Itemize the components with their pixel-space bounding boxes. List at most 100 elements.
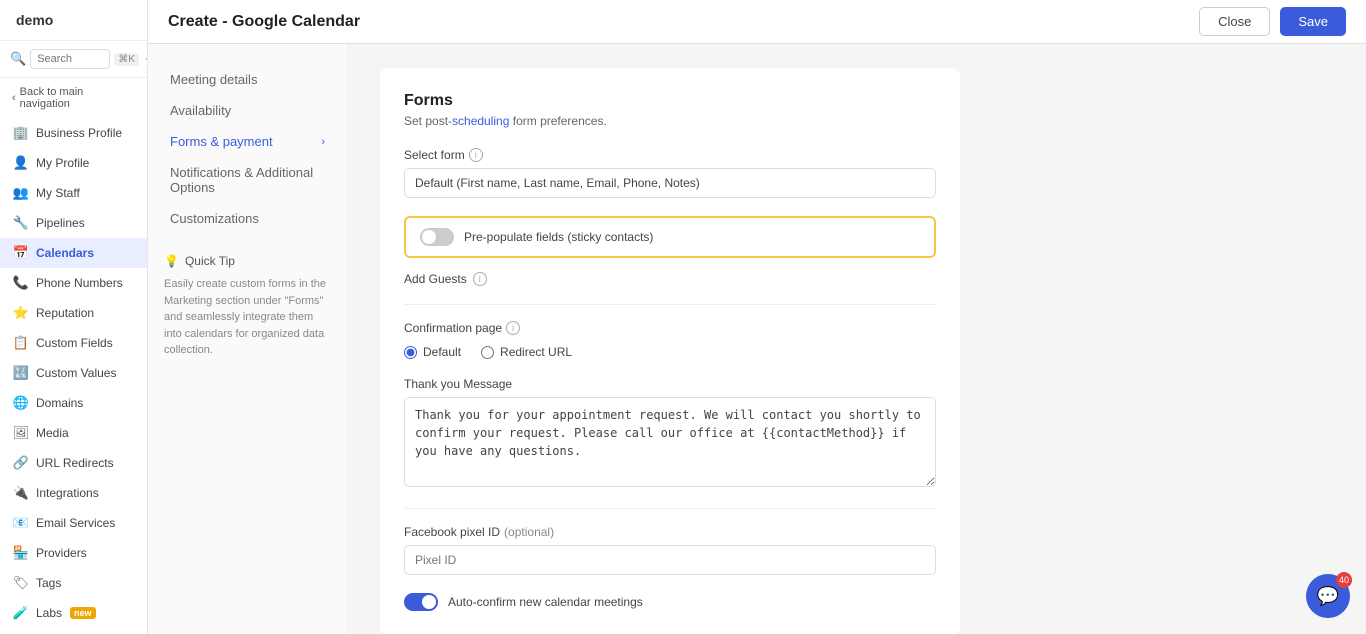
- select-form-label: Select form i: [404, 148, 936, 162]
- back-nav[interactable]: ‹ Back to main navigation: [0, 78, 147, 118]
- sidebar-item-label: Email Services: [36, 516, 115, 530]
- custom-values-icon: 🔣: [14, 366, 28, 380]
- domains-icon: 🌐: [14, 396, 28, 410]
- pre-populate-toggle[interactable]: [420, 228, 454, 246]
- thank-you-textarea[interactable]: Thank you for your appointment request. …: [404, 397, 936, 487]
- sidebar-item-label: Calendars: [36, 246, 94, 260]
- sidebar-item-my-profile[interactable]: 👤 My Profile: [0, 148, 147, 178]
- auto-confirm-track: [404, 593, 438, 611]
- pre-populate-box: Pre-populate fields (sticky contacts): [404, 216, 936, 258]
- confirmation-page-group: Confirmation page i Default Redirect URL: [404, 321, 936, 359]
- radio-default[interactable]: Default: [404, 345, 461, 359]
- sidebar-item-custom-fields[interactable]: 📋 Custom Fields: [0, 328, 147, 358]
- topbar: Create - Google Calendar Close Save: [148, 0, 1366, 44]
- pre-populate-label: Pre-populate fields (sticky contacts): [464, 230, 653, 244]
- left-nav-meeting-details[interactable]: Meeting details: [164, 64, 331, 95]
- my-profile-icon: 👤: [14, 156, 28, 170]
- sidebar-item-label: Integrations: [36, 486, 99, 500]
- select-form-info-icon[interactable]: i: [469, 148, 483, 162]
- save-button[interactable]: Save: [1280, 7, 1346, 36]
- auto-confirm-thumb: [422, 595, 436, 609]
- chat-bubble[interactable]: 💬 40: [1306, 574, 1350, 618]
- sidebar-item-labs[interactable]: 🧪 Labs new: [0, 598, 147, 628]
- thank-you-group: Thank you Message Thank you for your app…: [404, 377, 936, 490]
- add-guests-info-icon[interactable]: i: [473, 272, 487, 286]
- facebook-pixel-label: Facebook pixel ID (optional): [404, 525, 936, 539]
- radio-redirect[interactable]: Redirect URL: [481, 345, 572, 359]
- sidebar-item-my-staff[interactable]: 👥 My Staff: [0, 178, 147, 208]
- sidebar-item-custom-values[interactable]: 🔣 Custom Values: [0, 358, 147, 388]
- left-nav-forms-payment[interactable]: Forms & payment ›: [164, 126, 331, 157]
- sidebar-item-integrations[interactable]: 🔌 Integrations: [0, 478, 147, 508]
- divider-1: [404, 304, 936, 305]
- providers-icon: 🏪: [14, 546, 28, 560]
- left-nav-label: Availability: [170, 103, 231, 118]
- right-panel: Forms Set post-scheduling form preferenc…: [348, 44, 1366, 634]
- radio-default-input[interactable]: [404, 346, 417, 359]
- sidebar-item-phone-numbers[interactable]: 📞 Phone Numbers: [0, 268, 147, 298]
- labs-icon: 🧪: [14, 606, 28, 620]
- chevron-left-icon: ‹: [12, 92, 16, 104]
- select-form-group: Select form i Default (First name, Last …: [404, 148, 936, 198]
- sidebar-item-label: Labs: [36, 606, 62, 620]
- email-services-icon: 📧: [14, 516, 28, 530]
- sidebar-item-domains[interactable]: 🌐 Domains: [0, 388, 147, 418]
- sidebar-item-email-services[interactable]: 📧 Email Services: [0, 508, 147, 538]
- radio-default-label: Default: [423, 345, 461, 359]
- pipelines-icon: 🔧: [14, 216, 28, 230]
- sidebar-item-calendars[interactable]: 📅 Calendars: [0, 238, 147, 268]
- divider-2: [404, 508, 936, 509]
- search-shortcut: ⌘K: [114, 53, 139, 66]
- radio-redirect-label: Redirect URL: [500, 345, 572, 359]
- sidebar-item-label: Pipelines: [36, 216, 85, 230]
- pixel-input[interactable]: [404, 545, 936, 575]
- left-nav-label: Notifications & Additional Options: [170, 165, 313, 195]
- confirmation-radio-group: Default Redirect URL: [404, 345, 936, 359]
- toggle-track: [420, 228, 454, 246]
- search-bar[interactable]: 🔍 ⌘K ⚡: [0, 41, 147, 78]
- new-badge: new: [70, 607, 96, 619]
- sidebar-item-audit-logs[interactable]: 📜 Audit Logs: [0, 628, 147, 634]
- radio-redirect-input[interactable]: [481, 346, 494, 359]
- media-icon: 🖼: [14, 426, 28, 440]
- add-guests-label: Add Guests: [404, 272, 467, 286]
- search-input[interactable]: [30, 49, 110, 69]
- sidebar-item-business-profile[interactable]: 🏢 Business Profile: [0, 118, 147, 148]
- sidebar-item-tags[interactable]: 🏷 Tags: [0, 568, 147, 598]
- bulb-icon: 💡: [164, 254, 179, 268]
- toggle-thumb: [422, 230, 436, 244]
- sidebar-item-label: Custom Values: [36, 366, 116, 380]
- left-nav-customizations[interactable]: Customizations: [164, 203, 331, 234]
- sidebar-item-label: Domains: [36, 396, 83, 410]
- left-nav-label: Meeting details: [170, 72, 257, 87]
- auto-confirm-toggle[interactable]: [404, 593, 438, 611]
- left-nav-label: Forms & payment: [170, 134, 273, 149]
- sidebar-item-label: My Staff: [36, 186, 80, 200]
- optional-label: (optional): [504, 525, 554, 539]
- select-form-dropdown[interactable]: Default (First name, Last name, Email, P…: [404, 168, 936, 198]
- sidebar-item-label: Custom Fields: [36, 336, 113, 350]
- chevron-right-icon: ›: [321, 136, 325, 148]
- page-title: Create - Google Calendar: [168, 13, 360, 31]
- confirmation-info-icon[interactable]: i: [506, 321, 520, 335]
- section-subtitle: Set post-scheduling form preferences.: [404, 114, 936, 128]
- sidebar-item-label: Business Profile: [36, 126, 122, 140]
- sidebar-item-pipelines[interactable]: 🔧 Pipelines: [0, 208, 147, 238]
- left-nav-availability[interactable]: Availability: [164, 95, 331, 126]
- close-button[interactable]: Close: [1199, 7, 1270, 36]
- custom-fields-icon: 📋: [14, 336, 28, 350]
- quick-tip-title: Quick Tip: [185, 254, 235, 268]
- thank-you-label: Thank you Message: [404, 377, 936, 391]
- reputation-icon: ⭐: [14, 306, 28, 320]
- sidebar: demo 🔍 ⌘K ⚡ ‹ Back to main navigation 🏢 …: [0, 0, 148, 634]
- facebook-pixel-group: Facebook pixel ID (optional): [404, 525, 936, 575]
- sidebar-item-providers[interactable]: 🏪 Providers: [0, 538, 147, 568]
- left-nav-notifications[interactable]: Notifications & Additional Options: [164, 157, 331, 203]
- sidebar-item-label: Phone Numbers: [36, 276, 123, 290]
- sidebar-item-reputation[interactable]: ⭐ Reputation: [0, 298, 147, 328]
- sidebar-item-url-redirects[interactable]: 🔗 URL Redirects: [0, 448, 147, 478]
- sidebar-item-media[interactable]: 🖼 Media: [0, 418, 147, 448]
- confirmation-label: Confirmation page i: [404, 321, 936, 335]
- back-label: Back to main navigation: [20, 86, 135, 110]
- quick-tip: 💡 Quick Tip Easily create custom forms i…: [164, 254, 331, 359]
